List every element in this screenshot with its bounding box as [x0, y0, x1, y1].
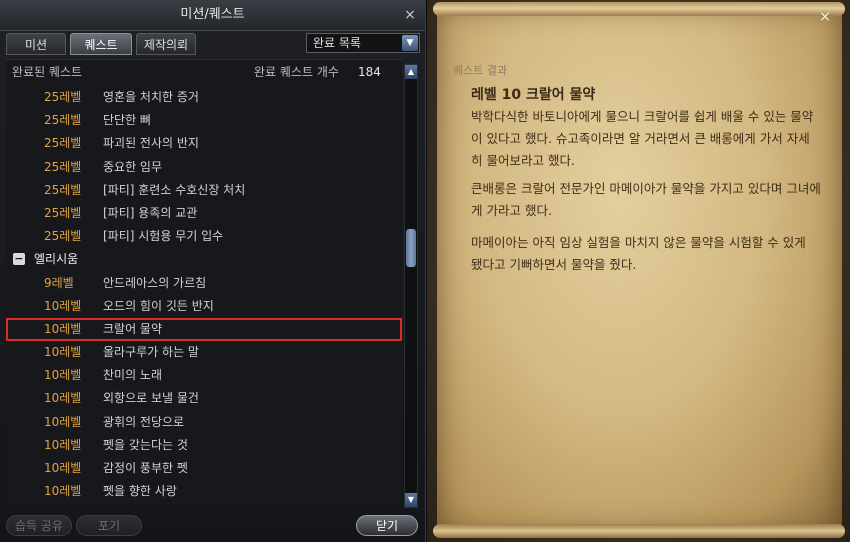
close-button[interactable]: 닫기	[356, 515, 418, 536]
quest-row[interactable]: 25레벨 단단한 뼈	[6, 109, 402, 132]
quest-level: 10레벨	[44, 345, 82, 360]
parchment-roll-bottom	[433, 524, 845, 538]
quest-level: 10레벨	[44, 484, 82, 499]
quest-row[interactable]: 25레벨 [파티] 용족의 교관	[6, 202, 402, 225]
scrollbar-thumb[interactable]	[406, 229, 416, 267]
quest-list: 완료된 퀘스트 완료 퀘스트 개수 184 25레벨 영혼을 처치한 증거 25레벨…	[6, 59, 402, 510]
quest-level: 9레벨	[44, 275, 74, 290]
quest-level: 10레벨	[44, 391, 82, 406]
quest-level: 10레벨	[44, 461, 82, 475]
collapse-minus-icon[interactable]: −	[13, 253, 25, 266]
quest-level: 25레벨	[44, 136, 82, 151]
quest-level: 10레벨	[44, 368, 82, 383]
quest-result-title: 레벨 10 크랄어 물약	[471, 87, 596, 103]
list-header: 완료된 퀘스트 완료 퀘스트 개수 184	[6, 60, 402, 84]
bottom-button-bar: 습득 공유 포기 닫기	[0, 512, 426, 542]
quest-name: [파티] 용족의 교관	[103, 205, 198, 220]
quest-row[interactable]: 10레벨 감정이 풍부한 펫	[6, 457, 402, 480]
quest-level: 10레벨	[44, 321, 82, 336]
quest-name: 파괴된 전사의 반지	[103, 136, 199, 151]
close-icon[interactable]: ×	[403, 8, 417, 22]
quest-row[interactable]: 10레벨 외항으로 보낼 물건	[6, 387, 402, 410]
completed-quests-label: 완료된 퀘스트	[12, 65, 83, 79]
quest-level: 25레벨	[44, 182, 82, 197]
quest-name: 외항으로 보낼 물건	[103, 391, 199, 406]
chevron-down-icon[interactable]: ▼	[402, 35, 418, 51]
quest-level: 25레벨	[44, 113, 82, 128]
quest-level: 10레벨	[44, 437, 82, 452]
quest-name: 단단한 뼈	[103, 113, 151, 128]
completed-count-label: 완료 퀘스트 개수	[254, 65, 339, 79]
quest-rows: 25레벨 영혼을 처치한 증거 25레벨 단단한 뼈 25레벨 파괴된 전사의 반지 25레…	[6, 86, 402, 503]
close-icon[interactable]: ×	[818, 10, 832, 24]
quest-window: 미션/퀘스트 × 미션 퀘스트 제작의뢰 완료 목록 ▼ 완료된 퀘스트 완료 …	[0, 0, 426, 542]
quest-level: 10레벨	[44, 298, 82, 313]
quest-row[interactable]: 25레벨 파괴된 전사의 반지	[6, 132, 402, 155]
quest-result-label: 퀘스트 결과	[453, 64, 508, 77]
parchment-roll-top	[433, 2, 845, 16]
quest-group-header[interactable]: − 엘리시움	[6, 248, 402, 271]
scroll-up-icon[interactable]: ▲	[405, 65, 417, 79]
completed-count-value: 184	[358, 65, 381, 79]
tab-quest[interactable]: 퀘스트	[70, 33, 132, 55]
quest-level: 10레벨	[44, 414, 82, 429]
tab-mission[interactable]: 미션	[6, 33, 66, 55]
scroll-down-icon[interactable]: ▼	[405, 493, 417, 507]
result-paragraph: 마메이아는 아직 임상 실험을 마치지 않은 물약을 시험할 수 있게 됐다고 …	[471, 235, 806, 272]
quest-level: 25레벨	[44, 90, 82, 104]
quest-row[interactable]: 9레벨 안드레아스의 가르침	[6, 272, 402, 295]
quest-name: [파티] 시험용 무기 입수	[103, 229, 224, 244]
tab-bar: 미션 퀘스트 제작의뢰 완료 목록 ▼	[6, 33, 420, 55]
quest-name: 오드의 힘이 깃든 반지	[103, 298, 214, 313]
result-paragraph: 박학다식한 바토니아에게 물으니 크랄어를 쉽게 배울 수 있는 물약이 있다고…	[471, 109, 814, 168]
quest-level: 25레벨	[44, 205, 82, 220]
quest-name: 크랄어 물약	[103, 321, 163, 336]
quest-name: 감정이 풍부한 펫	[103, 461, 188, 475]
quest-row[interactable]: 25레벨 [파티] 훈련소 수호신장 처치	[6, 179, 402, 202]
quest-name: 중요한 임무	[103, 159, 163, 174]
quest-name: 올라구루가 하는 말	[103, 345, 199, 360]
quest-row[interactable]: 10레벨 오드의 힘이 깃든 반지	[6, 295, 402, 318]
quest-row-selected[interactable]: 10레벨 크랄어 물약	[6, 317, 402, 342]
abandon-button[interactable]: 포기	[76, 515, 142, 536]
quest-name: 광휘의 전당으로	[103, 414, 185, 429]
quest-row[interactable]: 10레벨 광휘의 전당으로	[6, 411, 402, 434]
quest-name: 영혼을 처치한 증거	[103, 90, 199, 104]
quest-row[interactable]: 10레벨 펫을 향한 사랑	[6, 480, 402, 503]
result-paragraph: 큰배롱은 크랄어 전문가인 마메이아가 물약을 가지고 있다며 그녀에게 가라고…	[471, 181, 821, 218]
share-acquisition-button[interactable]: 습득 공유	[6, 515, 72, 536]
quest-name: [파티] 훈련소 수호신장 처치	[103, 182, 246, 197]
window-titlebar[interactable]: 미션/퀘스트 ×	[0, 0, 425, 31]
quest-name: 찬미의 노래	[103, 368, 163, 383]
window-title: 미션/퀘스트	[180, 7, 245, 22]
quest-filter-dropdown[interactable]: 완료 목록 ▼	[306, 33, 420, 53]
quest-row[interactable]: 25레벨 영혼을 처치한 증거	[6, 86, 402, 109]
quest-row[interactable]: 10레벨 펫을 갖는다는 것	[6, 434, 402, 457]
filter-selected-value: 완료 목록	[313, 36, 361, 50]
quest-group-name: 엘리시움	[34, 252, 79, 267]
quest-row[interactable]: 25레벨 [파티] 시험용 무기 입수	[6, 225, 402, 248]
quest-level: 25레벨	[44, 229, 82, 244]
quest-name: 펫을 갖는다는 것	[103, 437, 188, 452]
tab-craft-request[interactable]: 제작의뢰	[136, 33, 196, 55]
list-scrollbar[interactable]: ▲ ▼	[404, 64, 418, 508]
quest-name: 펫을 향한 사랑	[103, 484, 177, 499]
quest-row[interactable]: 10레벨 올라구루가 하는 말	[6, 341, 402, 364]
quest-row[interactable]: 25레벨 중요한 임무	[6, 156, 402, 179]
quest-name: 안드레아스의 가르침	[103, 275, 207, 290]
quest-row[interactable]: 10레벨 찬미의 노래	[6, 364, 402, 387]
quest-level: 25레벨	[44, 159, 82, 174]
quest-detail-panel: × 퀘스트 결과 레벨 10 크랄어 물약 박학다식한 바토니아에게 물으니 크…	[427, 0, 850, 542]
